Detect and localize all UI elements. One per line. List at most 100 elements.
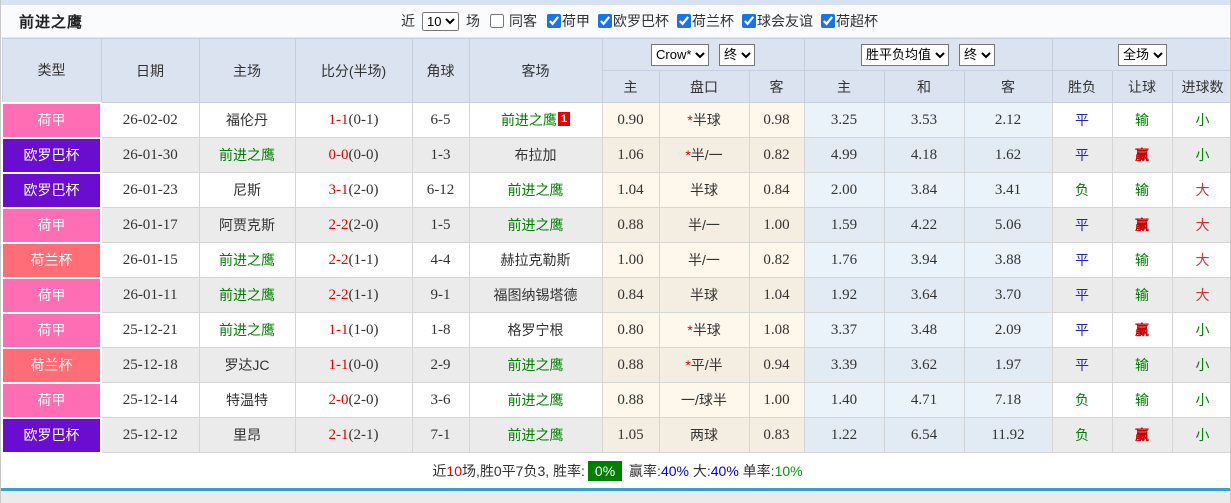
corners: 7-1 <box>411 417 470 453</box>
result-outcome: 平 <box>1051 242 1113 278</box>
result-goals: 小 <box>1171 312 1230 348</box>
competition-checkbox-0[interactable] <box>547 14 561 28</box>
match-score: 2-2(2-0) <box>294 207 413 243</box>
corners: 4-4 <box>411 242 470 278</box>
avg-win-odds: 3.39 <box>803 347 885 383</box>
col-header-corners: 角球 <box>411 38 470 103</box>
table-row: 荷甲 26-02-02 福伦丹 1-1(0-1) 6-5 前进之鹰 1 0.90 *半球 0.98… <box>1 101 1230 139</box>
table-row: 荷兰杯 26-01-15 前进之鹰 2-2(1-1) 4-4 赫拉克勒斯 1.00 半/一 0.… <box>1 241 1230 279</box>
odds-time-select-1[interactable]: 终 <box>719 43 755 66</box>
table-row: 欧罗巴杯 26-01-23 尼斯 3-1(2-0) 6-12 前进之鹰 1.04 半球 0.84… <box>1 171 1230 209</box>
odds-away: 0.84 <box>748 172 805 208</box>
handicap-line: *半球 <box>658 102 750 138</box>
match-score: 3-1(2-0) <box>294 172 413 208</box>
sub-col-header-2: 客 <box>748 70 805 103</box>
page-title: 前进之鹰 <box>19 13 84 31</box>
competition-badge: 荷兰杯 <box>1 346 102 384</box>
avg-type-select[interactable]: 胜平负均值 <box>861 43 949 66</box>
avg-lose-odds: 3.88 <box>963 242 1053 278</box>
odds-home: 0.84 <box>601 277 660 313</box>
col-header-home: 主场 <box>198 38 296 103</box>
sub-col-header-0: 主 <box>601 70 660 103</box>
avg-win-odds: 3.37 <box>803 312 885 348</box>
away-team: 前进之鹰 <box>468 347 603 383</box>
avg-win-odds: 1.76 <box>803 242 885 278</box>
col-header-type: 类型 <box>1 38 102 103</box>
competition-checkbox-4[interactable] <box>821 14 835 28</box>
competition-checkbox-2[interactable] <box>677 14 691 28</box>
table-row: 荷甲 26-01-17 阿贾克斯 2-2(2-0) 1-5 前进之鹰 0.88 半/一 1.00… <box>1 206 1230 244</box>
avg-draw-odds: 3.64 <box>883 277 965 313</box>
result-handicap: 输 <box>1111 242 1173 278</box>
match-score: 2-2(1-1) <box>294 277 413 313</box>
home-team: 罗达JC <box>198 347 296 383</box>
handicap-line: 两球 <box>658 417 750 453</box>
competition-badge: 荷兰杯 <box>1 241 102 279</box>
recent-count-select[interactable]: 10 <box>422 11 459 31</box>
result-handicap: 输 <box>1111 172 1173 208</box>
same-away-checkbox[interactable] <box>490 14 504 28</box>
match-date: 25-12-14 <box>100 382 200 418</box>
handicap-line: 半球 <box>658 172 750 208</box>
odds-away: 1.08 <box>748 312 805 348</box>
odds-away: 0.98 <box>748 102 805 138</box>
sub-col-header-6: 胜负 <box>1051 70 1113 103</box>
sub-col-header-7: 让球 <box>1111 70 1173 103</box>
sub-col-header-8: 进球数 <box>1171 70 1230 103</box>
result-goals: 大 <box>1171 277 1230 313</box>
handicap-line: 半/一 <box>658 242 750 278</box>
odds-away: 1.04 <box>748 277 805 313</box>
avg-lose-odds: 5.06 <box>963 207 1053 243</box>
filter-bar: 近 10 场 同客 荷甲 欧罗巴杯 荷兰杯 球会友谊 荷超杯 <box>401 5 880 37</box>
col-header-away: 客场 <box>468 38 603 103</box>
competition-checkbox-3[interactable] <box>742 14 756 28</box>
avg-draw-odds: 4.71 <box>883 382 965 418</box>
odds-company-select[interactable]: Crow* <box>651 43 709 66</box>
result-goals: 大 <box>1171 207 1230 243</box>
summary-prefix: 近 <box>432 462 447 479</box>
single-value: 10% <box>774 462 803 479</box>
avg-win-odds: 3.25 <box>803 102 885 138</box>
home-team: 前进之鹰 <box>198 277 296 313</box>
result-handicap: 输 <box>1111 382 1173 418</box>
summary-row: 近10场,胜0平7负3, 胜率: 0% 赢率:40% 大:40% 单率:10% <box>2 452 1230 488</box>
avg-win-odds: 1.40 <box>803 382 885 418</box>
match-date: 26-01-17 <box>100 207 200 243</box>
away-team: 前进之鹰 <box>468 382 603 418</box>
sub-col-header-3: 主 <box>803 70 885 103</box>
result-handicap: 赢 <box>1111 207 1173 243</box>
handicap-line: 半球 <box>658 277 750 313</box>
corners: 9-1 <box>411 277 470 313</box>
competition-filter-checkboxes: 荷甲 欧罗巴杯 荷兰杯 球会友谊 荷超杯 <box>541 11 880 31</box>
odds-away: 0.83 <box>748 417 805 453</box>
odds-home: 1.05 <box>601 417 660 453</box>
corners: 1-8 <box>411 312 470 348</box>
competition-checkbox-label: 荷甲 <box>562 13 590 29</box>
result-outcome: 平 <box>1051 277 1113 313</box>
avg-lose-odds: 7.18 <box>963 382 1053 418</box>
avg-lose-odds: 3.41 <box>963 172 1053 208</box>
result-handicap: 赢 <box>1111 417 1173 453</box>
odds-home: 0.80 <box>601 312 660 348</box>
table-row: 荷甲 25-12-14 特温特 2-0(2-0) 3-6 前进之鹰 0.88 一/球半 1.00… <box>1 381 1230 419</box>
competition-checkbox-1[interactable] <box>598 14 612 28</box>
odds-home: 0.88 <box>601 207 660 243</box>
competition-badge: 欧罗巴杯 <box>1 136 102 174</box>
odds-time-select-2[interactable]: 终 <box>959 43 995 66</box>
table-row: 荷兰杯 25-12-18 罗达JC 1-1(0-0) 2-9 前进之鹰 0.88 *平/半 0.… <box>1 346 1230 384</box>
result-outcome: 负 <box>1051 382 1113 418</box>
avg-lose-odds: 2.09 <box>963 312 1053 348</box>
big-value: 40% <box>710 462 739 479</box>
result-outcome: 平 <box>1051 312 1113 348</box>
handicap-odds-group-header: Crow* 终 <box>601 38 805 71</box>
competition-badge: 荷甲 <box>1 206 102 244</box>
odds-away: 0.82 <box>748 137 805 173</box>
scope-select[interactable]: 全场 <box>1118 43 1168 66</box>
avg-lose-odds: 3.70 <box>963 277 1053 313</box>
summary-record: 场,胜0平7负3, 胜率: <box>462 462 585 479</box>
avg-lose-odds: 2.12 <box>963 102 1053 138</box>
avg-draw-odds: 3.62 <box>883 347 965 383</box>
corners: 1-5 <box>411 207 470 243</box>
handicap-line: 半/一 <box>658 207 750 243</box>
odds-home: 0.88 <box>601 347 660 383</box>
